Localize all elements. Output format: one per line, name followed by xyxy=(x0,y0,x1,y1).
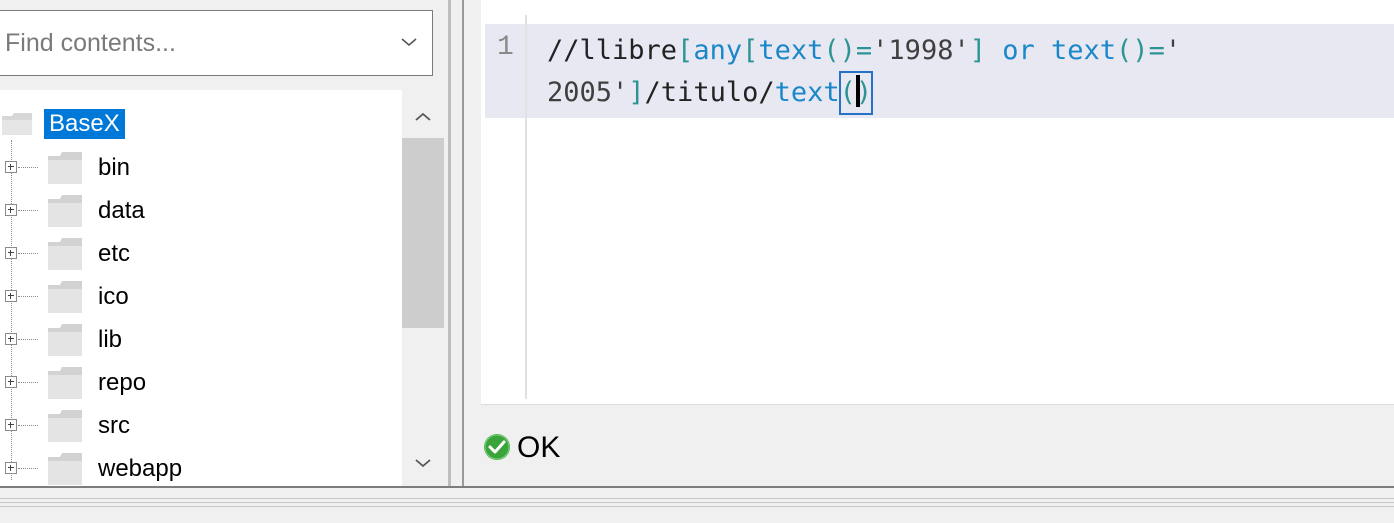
tree-item-label: ico xyxy=(98,283,129,310)
tree-item-data[interactable]: data xyxy=(0,191,400,233)
code-token: = xyxy=(855,35,873,66)
tree-connector xyxy=(18,339,38,340)
code-token: [ xyxy=(742,35,759,66)
tree-connector xyxy=(18,167,38,168)
code-line[interactable]: //llibre[any[text()='1998'] or text()=' xyxy=(547,30,1181,72)
code-token: = xyxy=(1148,35,1165,66)
divider xyxy=(0,502,1394,503)
file-tree[interactable]: BaseX bin data etc ico lib repo src weba… xyxy=(0,90,444,486)
code-token: () xyxy=(823,35,856,66)
folder-icon xyxy=(48,238,82,270)
bottom-frame xyxy=(0,486,1394,523)
tree-item-label: lib xyxy=(98,326,123,353)
divider xyxy=(0,498,1394,499)
line-number: 1 xyxy=(497,32,514,63)
code-token: ) xyxy=(855,77,873,108)
tree-connector xyxy=(18,296,38,297)
folder-icon xyxy=(48,281,82,313)
code-token: ] xyxy=(969,35,986,66)
expand-plus-icon[interactable] xyxy=(5,290,17,302)
code-line-wrapped[interactable]: 2005']/titulo/text() xyxy=(547,71,874,115)
folder-icon xyxy=(48,195,82,227)
chevron-down-icon[interactable] xyxy=(400,35,418,49)
chevron-up-icon[interactable] xyxy=(414,110,432,124)
expand-plus-icon[interactable] xyxy=(5,462,17,474)
check-circle-icon xyxy=(484,434,510,460)
code-token: ] xyxy=(628,77,645,108)
query-editor[interactable]: 1 //llibre[any[text()='1998'] or text()=… xyxy=(481,0,1394,404)
code-token: ( xyxy=(839,77,856,108)
expand-plus-icon[interactable] xyxy=(5,204,17,216)
tree-connector xyxy=(18,210,38,211)
code-token: /titulo/ xyxy=(644,77,775,108)
code-token: () xyxy=(1116,35,1149,66)
tree-item-src[interactable]: src xyxy=(0,406,400,448)
code-token: '1998' xyxy=(872,35,970,66)
tree-item-label: data xyxy=(98,197,145,224)
tree-root-label[interactable]: BaseX xyxy=(44,109,125,139)
tree-item-webapp[interactable]: webapp xyxy=(0,449,400,486)
code-token: text xyxy=(758,35,824,66)
tree-item-etc[interactable]: etc xyxy=(0,234,400,276)
expand-plus-icon[interactable] xyxy=(5,376,17,388)
code-token: text xyxy=(774,77,840,108)
tree-item-label: etc xyxy=(98,240,131,267)
tree-item-label: src xyxy=(98,412,130,439)
code-token: [ xyxy=(677,35,694,66)
folder-icon xyxy=(48,324,82,356)
expand-plus-icon[interactable] xyxy=(5,333,17,345)
panel-splitter[interactable] xyxy=(448,0,451,488)
bracket-match-highlight: () xyxy=(838,71,874,115)
folder-icon xyxy=(48,367,82,399)
chevron-down-icon[interactable] xyxy=(414,456,432,470)
divider xyxy=(0,506,1394,507)
panel-splitter-edge xyxy=(462,0,464,488)
tree-vertical-scrollbar[interactable] xyxy=(402,90,444,486)
expand-plus-icon[interactable] xyxy=(5,161,17,173)
code-token: or xyxy=(985,35,1052,66)
gutter-separator xyxy=(525,15,527,399)
tree-connector xyxy=(18,425,38,426)
tree-connector xyxy=(18,382,38,383)
tree-connector xyxy=(18,468,38,469)
code-token: ' xyxy=(1164,35,1182,66)
code-token: //llibre xyxy=(547,35,678,66)
tree-connector xyxy=(18,253,38,254)
folder-icon xyxy=(48,453,82,485)
code-token: any xyxy=(693,35,743,66)
find-contents-input[interactable] xyxy=(0,11,367,75)
tree-item-ico[interactable]: ico xyxy=(0,277,400,319)
expand-plus-icon[interactable] xyxy=(5,419,17,431)
expand-plus-icon[interactable] xyxy=(5,247,17,259)
folder-icon xyxy=(48,152,82,184)
status-text: OK xyxy=(517,431,561,464)
code-token: text xyxy=(1051,35,1117,66)
find-contents-combobox[interactable] xyxy=(0,10,433,76)
folder-open-icon xyxy=(2,113,32,135)
tree-item-bin[interactable]: bin xyxy=(0,148,400,190)
tree-item-lib[interactable]: lib xyxy=(0,320,400,362)
scrollbar-thumb[interactable] xyxy=(402,138,444,328)
tree-item-label: repo xyxy=(98,369,147,396)
tree-item-label: bin xyxy=(98,154,131,181)
tree-item-repo[interactable]: repo xyxy=(0,363,400,405)
status-bar: OK xyxy=(481,404,1394,487)
tree-item-label: webapp xyxy=(98,455,183,482)
folder-icon xyxy=(48,410,82,442)
code-token: 2005' xyxy=(547,77,629,108)
